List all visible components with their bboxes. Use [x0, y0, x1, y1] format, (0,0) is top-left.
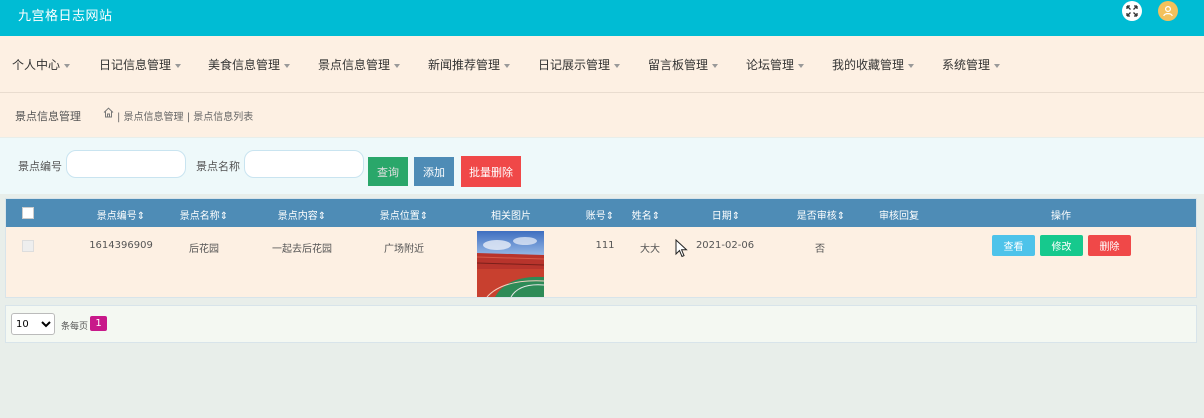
- chevron-down-icon: [504, 63, 511, 68]
- view-button[interactable]: 查看: [992, 235, 1035, 256]
- page-title: 景点信息管理: [15, 110, 81, 123]
- nav-item-personal-center[interactable]: 个人中心: [12, 56, 71, 73]
- site-title: 九宫格日志网站: [18, 9, 113, 24]
- header-related-image: 相关图片: [491, 211, 531, 222]
- top-bar: 九宫格日志网站: [0, 0, 1204, 36]
- nav-item-label: 美食信息管理: [208, 58, 281, 72]
- search-button[interactable]: 查询: [368, 157, 408, 186]
- header-review-reply: 审核回复: [879, 211, 919, 222]
- chevron-down-icon: [994, 63, 1001, 68]
- nav-item-label: 我的收藏管理: [832, 58, 905, 72]
- nav-item-news[interactable]: 新闻推荐管理: [428, 56, 511, 73]
- select-all-checkbox[interactable]: [22, 207, 34, 219]
- mouse-cursor-icon: [675, 239, 688, 258]
- cell-reviewed: 否: [815, 244, 825, 255]
- per-page-label: 条每页: [61, 322, 89, 332]
- nav-item-diary-display[interactable]: 日记展示管理: [538, 56, 621, 73]
- cell-person-name: 大大: [640, 244, 660, 255]
- nav-item-favorites[interactable]: 我的收藏管理: [832, 56, 915, 73]
- header-reviewed[interactable]: 是否审核⇕: [797, 207, 845, 222]
- nav-item-label: 日记展示管理: [538, 58, 611, 72]
- scenic-id-label: 景点编号: [18, 160, 62, 173]
- scenic-name-label: 景点名称: [196, 160, 240, 173]
- cell-scenic-name: 后花园: [189, 244, 219, 255]
- nav-item-diary-info[interactable]: 日记信息管理: [99, 56, 182, 73]
- cell-scenic-location: 广场附近: [384, 244, 424, 255]
- cell-scenic-content: 一起去后花园: [272, 244, 332, 255]
- nav-item-food-info[interactable]: 美食信息管理: [208, 56, 291, 73]
- row-checkbox[interactable]: [22, 240, 34, 252]
- nav-item-label: 新闻推荐管理: [428, 58, 501, 72]
- chevron-down-icon: [614, 63, 621, 68]
- chevron-down-icon: [712, 63, 719, 68]
- nav-item-scenic-info[interactable]: 景点信息管理: [318, 56, 401, 73]
- header-account[interactable]: 账号⇕: [586, 207, 614, 222]
- user-avatar-icon[interactable]: [1158, 1, 1178, 21]
- data-table: 景点编号⇕ 景点名称⇕ 景点内容⇕ 景点位置⇕ 相关图片 账号⇕ 姓名⇕ 日期⇕…: [5, 198, 1197, 298]
- search-bar: 景点编号 景点名称 查询 添加 批量删除: [0, 138, 1204, 194]
- delete-button[interactable]: 删除: [1088, 235, 1131, 256]
- batch-delete-button[interactable]: 批量删除: [461, 156, 521, 187]
- cell-scenic-id: 1614396909: [89, 240, 153, 251]
- page-size-select[interactable]: 10 20 50: [11, 313, 55, 335]
- chevron-down-icon: [284, 63, 291, 68]
- home-icon[interactable]: [103, 107, 114, 118]
- pagination: 10 20 50 条每页 1: [5, 305, 1197, 343]
- scenic-thumbnail-image[interactable]: [477, 231, 544, 297]
- fullscreen-icon[interactable]: [1122, 1, 1142, 21]
- nav-item-forum[interactable]: 论坛管理: [746, 56, 805, 73]
- scenic-name-input[interactable]: [244, 150, 364, 178]
- main-nav: 个人中心 日记信息管理 美食信息管理 景点信息管理 新闻推荐管理 日记展示管理 …: [0, 36, 1204, 93]
- chevron-down-icon: [64, 63, 71, 68]
- header-person-name[interactable]: 姓名⇕: [632, 207, 660, 222]
- breadcrumb-path[interactable]: | 景点信息管理 | 景点信息列表: [117, 108, 253, 123]
- nav-item-message-board[interactable]: 留言板管理: [648, 56, 719, 73]
- cell-date: 2021-02-06: [695, 240, 755, 251]
- chevron-down-icon: [394, 63, 401, 68]
- table-header: 景点编号⇕ 景点名称⇕ 景点内容⇕ 景点位置⇕ 相关图片 账号⇕ 姓名⇕ 日期⇕…: [6, 199, 1196, 227]
- chevron-down-icon: [908, 63, 915, 68]
- page-number-button[interactable]: 1: [90, 316, 107, 331]
- header-date[interactable]: 日期⇕: [712, 207, 740, 222]
- breadcrumb: 景点信息管理 | 景点信息管理 | 景点信息列表: [0, 93, 1204, 137]
- page-footer-area: [0, 344, 1204, 418]
- chevron-down-icon: [798, 63, 805, 68]
- nav-item-label: 留言板管理: [648, 58, 709, 72]
- scenic-id-input[interactable]: [66, 150, 186, 178]
- add-button[interactable]: 添加: [414, 157, 454, 186]
- chevron-down-icon: [175, 63, 182, 68]
- nav-item-system[interactable]: 系统管理: [942, 56, 1001, 73]
- nav-item-label: 个人中心: [12, 58, 61, 72]
- header-actions: 操作: [1051, 211, 1071, 222]
- nav-item-label: 日记信息管理: [99, 58, 172, 72]
- nav-item-label: 景点信息管理: [318, 58, 391, 72]
- nav-item-label: 论坛管理: [746, 58, 795, 72]
- header-scenic-location[interactable]: 景点位置⇕: [380, 207, 428, 222]
- header-scenic-name[interactable]: 景点名称⇕: [180, 207, 228, 222]
- cell-account: 111: [595, 240, 615, 251]
- header-scenic-content[interactable]: 景点内容⇕: [278, 207, 326, 222]
- header-scenic-id[interactable]: 景点编号⇕: [97, 207, 145, 222]
- nav-item-label: 系统管理: [942, 58, 991, 72]
- edit-button[interactable]: 修改: [1040, 235, 1083, 256]
